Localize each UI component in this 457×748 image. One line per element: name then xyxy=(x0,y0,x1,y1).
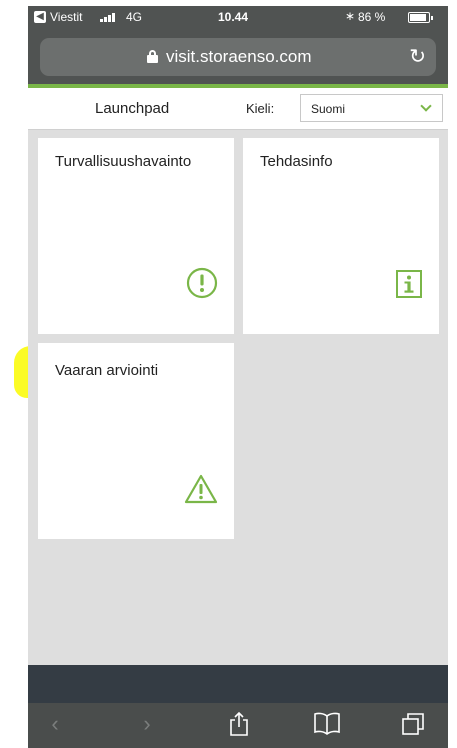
status-bar: ◀ Viestit 4G 10.44 ∗ 86 % xyxy=(28,6,448,30)
tile-label: Tehdasinfo xyxy=(260,153,333,170)
page-title: Launchpad xyxy=(95,100,170,117)
address-bar[interactable]: visit.storaenso.com ↻ xyxy=(40,38,436,76)
share-icon[interactable] xyxy=(224,711,254,739)
language-label: Kieli: xyxy=(246,101,275,116)
reload-icon[interactable]: ↻ xyxy=(409,44,426,69)
battery-percent: 86 % xyxy=(358,10,386,24)
bluetooth-icon: ∗ xyxy=(345,9,356,23)
exclamation-circle-icon xyxy=(186,267,218,304)
info-icon xyxy=(395,269,423,304)
lock-icon xyxy=(147,50,158,63)
tile-turvallisuushavainto[interactable]: Turvallisuushavainto xyxy=(38,138,234,334)
forward-icon[interactable]: › xyxy=(132,711,162,739)
chevron-down-icon xyxy=(420,100,432,112)
clock: 10.44 xyxy=(218,10,249,24)
tabs-icon[interactable] xyxy=(398,711,428,739)
back-to-app-icon[interactable]: ◀ xyxy=(34,11,46,23)
browser-address-area: visit.storaenso.com ↻ xyxy=(28,30,448,84)
language-select[interactable]: Suomi xyxy=(300,94,443,122)
app-header: Launchpad Kieli: Suomi xyxy=(28,88,448,130)
browser-toolbar: ‹ › xyxy=(28,703,448,748)
phone-screen: ◀ Viestit 4G 10.44 ∗ 86 % visit.storaens… xyxy=(28,6,448,748)
url-text: visit.storaenso.com xyxy=(166,47,312,66)
tile-vaaran-arviointi[interactable]: Vaaran arviointi xyxy=(38,343,234,539)
language-select-value: Suomi xyxy=(311,102,346,116)
tile-label: Turvallisuushavainto xyxy=(55,153,192,170)
warning-triangle-icon xyxy=(184,474,218,509)
back-icon[interactable]: ‹ xyxy=(40,711,70,739)
carrier-label: Viestit xyxy=(50,10,83,24)
bottom-bar xyxy=(28,665,448,703)
battery-icon xyxy=(408,12,433,23)
signal-icon xyxy=(100,13,115,22)
network-label: 4G xyxy=(126,10,143,24)
tile-label: Vaaran arviointi xyxy=(55,362,159,379)
tile-tehdasinfo[interactable]: Tehdasinfo xyxy=(243,138,439,334)
bookmarks-icon[interactable] xyxy=(312,711,342,739)
